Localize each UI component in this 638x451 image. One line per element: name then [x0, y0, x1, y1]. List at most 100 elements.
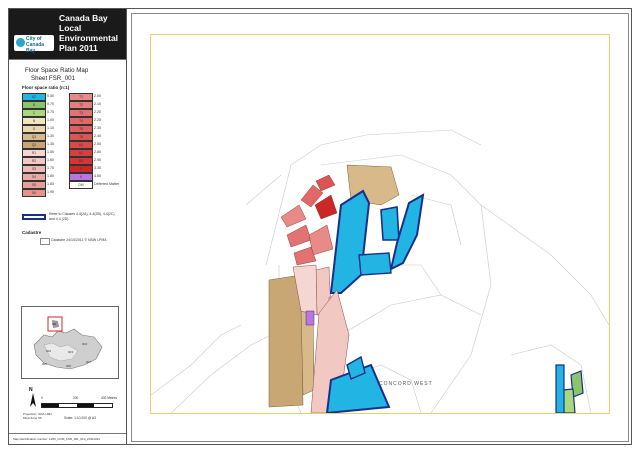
fsr-value: 2.40: [94, 134, 101, 138]
fsr-value: 1.35: [47, 142, 54, 146]
fsr-swatch: S4: [22, 173, 46, 181]
scale-tick: 200: [73, 396, 79, 400]
fsr-swatch: S5: [22, 181, 46, 189]
fsr-zone-red[interactable]: [315, 174, 336, 192]
fsr-value: 2.80: [94, 150, 101, 154]
fsr-zone-blue[interactable]: [358, 252, 392, 276]
fsr-zone-green[interactable]: [562, 388, 576, 414]
refer-clause-swatch: [22, 214, 46, 220]
map-id-footer: Map identification number: 1250_COM_FSR_…: [9, 433, 126, 444]
fsr-swatch: N: [22, 117, 46, 125]
locmap-label: 004: [82, 342, 87, 346]
fsr-swatch: T5: [69, 125, 93, 133]
fsr-swatch: S6: [22, 189, 46, 197]
fsr-swatch: T1: [69, 93, 93, 101]
scale-segment: [77, 404, 94, 407]
scale-bar: [41, 403, 113, 408]
locmap-label: 003: [68, 350, 73, 354]
fsr-zone-blue[interactable]: [380, 206, 400, 241]
fsr-zone-red[interactable]: [308, 224, 334, 256]
fsr-swatch: O: [22, 125, 46, 133]
location-map-svg: 002 003 004 005 006 007 001: [33, 316, 103, 370]
fsr-value: Deferred Matter: [94, 182, 120, 186]
legend-panel: City of Canada Bay Canada Bay Local Envi…: [9, 9, 127, 444]
fsr-value: 0.70: [47, 102, 54, 106]
fsr-value: 1.60: [47, 158, 54, 162]
map-subtitle: Floor Space Ratio Map Sheet FSR_001: [25, 67, 88, 82]
logo-icon: [16, 38, 25, 47]
fsr-value: 2.50: [94, 142, 101, 146]
fsr-value: 2.30: [94, 126, 101, 130]
plan-title-line: Environmental: [59, 33, 119, 43]
fsr-value: 4.50: [94, 174, 101, 178]
north-arrow-svg: [30, 393, 36, 407]
fsr-value: 2.90: [94, 158, 101, 162]
fsr-swatch: R1: [22, 149, 46, 157]
fsr-value: 1.10: [47, 126, 54, 130]
fsr-swatch: Q2: [22, 141, 46, 149]
fsr-value: 2.10: [94, 102, 101, 106]
fsr-swatch: A2: [22, 93, 46, 101]
fsr-swatch: Q1: [22, 133, 46, 141]
projection-text: Projection: GDA 1994 MGA Zone 56: [23, 412, 52, 420]
fsr-map-svg[interactable]: CONCORD WEST M: [150, 35, 610, 427]
fsr-value: 1.00: [47, 118, 54, 122]
fsr-value: 1.90: [47, 190, 54, 194]
fsr-value: 2.25: [94, 118, 101, 122]
fsr-value: 3.30: [94, 166, 101, 170]
fsr-swatch: T3: [69, 109, 93, 117]
council-logo: City of Canada Bay: [14, 35, 54, 54]
fsr-value: 1.30: [47, 134, 54, 138]
fsr-swatch: T4: [69, 117, 93, 125]
fsr-value: 0.75: [47, 110, 54, 114]
fsr-value: 2.20: [94, 110, 101, 114]
fsr-zone-purple[interactable]: [305, 310, 315, 326]
fsr-heading: Floor space ratio (n:1): [22, 85, 70, 90]
fsr-swatch: T6: [69, 133, 93, 141]
fsr-value: 0.50: [47, 94, 54, 98]
scale-segment: [42, 404, 59, 407]
plan-title: Canada Bay Local Environmental Plan 2011: [59, 13, 125, 53]
street-label: CONCORD WEST: [379, 381, 433, 387]
fsr-zone-red[interactable]: [286, 224, 312, 248]
locmap-label: 005: [42, 362, 47, 366]
map-name: Floor Space Ratio Map: [25, 67, 89, 74]
fsr-swatch: T2: [69, 101, 93, 109]
fsr-swatch: S3: [22, 165, 46, 173]
fsr-swatch: B: [22, 101, 46, 109]
location-map: 002 003 004 005 006 007 001: [21, 306, 119, 379]
map-canvas[interactable]: CONCORD WEST M: [150, 34, 610, 427]
locmap-label: 002: [46, 349, 51, 353]
fsr-zone-red[interactable]: [280, 204, 307, 228]
north-arrow-icon: N: [29, 387, 37, 409]
fsr-value: 1.83: [47, 182, 54, 186]
fsr-value: 1.70: [47, 166, 54, 170]
fsr-zone-blue[interactable]: [329, 189, 371, 294]
locmap-label: 007: [86, 360, 91, 364]
cadastre-label: Cadastre 24/10/2011 © NSW LPMA: [51, 238, 107, 242]
plan-title-line: Plan 2011: [59, 43, 98, 53]
fsr-swatch: R2: [22, 157, 46, 165]
scale-ratio: Scale: 1:10,000 @ A3: [64, 416, 96, 420]
fsr-zone-blue[interactable]: [555, 364, 565, 414]
cadastre-heading: Cadastre: [22, 230, 42, 235]
fsr-swatch: DM: [69, 181, 93, 189]
locmap-label: 006: [66, 364, 71, 368]
fsr-value: 2.00: [94, 94, 101, 98]
fsr-value: 1.80: [47, 174, 54, 178]
sheet-id: Sheet FSR_001: [31, 74, 76, 82]
fsr-swatch: U3: [69, 157, 93, 165]
refer-clause-note: Refer to Clauses 4.4(2A), 4.4(2B), 4.4(2…: [49, 212, 115, 221]
fsr-swatch: X: [69, 173, 93, 181]
fsr-value: 1.50: [47, 150, 54, 154]
fsr-swatch: U1: [69, 141, 93, 149]
title-block: City of Canada Bay Canada Bay Local Envi…: [9, 9, 126, 60]
fsr-swatch: U2: [69, 149, 93, 157]
cadastre-swatch: [40, 238, 50, 245]
logo-text: City of Canada Bay: [26, 36, 45, 54]
scale-tick: 400 Metres: [101, 396, 117, 400]
plan-title-line: Canada Bay Local: [59, 13, 108, 33]
scale-tick: 0: [41, 396, 43, 400]
locmap-label: 001: [52, 322, 57, 326]
fsr-swatch: C: [22, 109, 46, 117]
